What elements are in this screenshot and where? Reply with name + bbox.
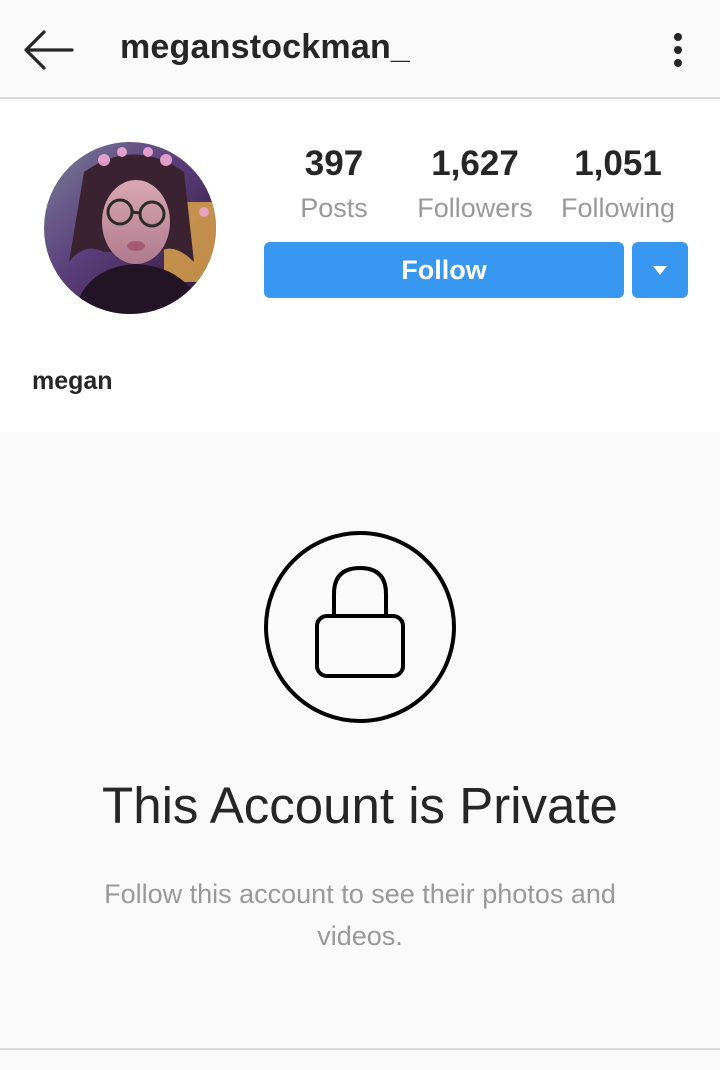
stat-label: Followers bbox=[417, 193, 533, 223]
private-account-notice: This Account is Private Follow this acco… bbox=[0, 432, 720, 1048]
display-name: megan bbox=[32, 367, 113, 395]
follow-button[interactable]: Follow bbox=[264, 242, 624, 298]
stat-value: 397 bbox=[304, 144, 364, 183]
stat-label: Posts bbox=[300, 193, 368, 223]
stat-following[interactable]: 1,051 Following bbox=[554, 139, 682, 227]
stat-posts[interactable]: 397 Posts bbox=[292, 139, 376, 227]
top-bar: meganstockman_ bbox=[0, 0, 720, 99]
profile-header: 397 Posts 1,627 Followers 1,051 Followin… bbox=[0, 101, 720, 432]
avatar-image bbox=[44, 142, 216, 314]
suggestions-dropdown-button[interactable] bbox=[632, 242, 688, 298]
avatar[interactable] bbox=[44, 142, 216, 314]
profile-stats: 397 Posts 1,627 Followers 1,051 Followin… bbox=[264, 139, 694, 229]
back-button[interactable] bbox=[18, 26, 76, 74]
stat-label: Following bbox=[560, 193, 676, 223]
more-vertical-icon-dot bbox=[674, 46, 682, 54]
private-subtitle: Follow this account to see their photos … bbox=[104, 879, 616, 951]
stat-value: 1,627 bbox=[431, 144, 519, 183]
bottom-divider bbox=[0, 1048, 720, 1070]
arrow-left-icon bbox=[24, 30, 74, 70]
more-vertical-icon-dot bbox=[674, 59, 682, 67]
stat-value: 1,051 bbox=[574, 144, 662, 183]
profile-username-title: meganstockman_ bbox=[120, 28, 411, 66]
caret-down-icon bbox=[653, 266, 667, 275]
private-title: This Account is Private bbox=[102, 777, 618, 834]
more-vertical-icon-dot bbox=[674, 33, 682, 41]
more-options-button[interactable] bbox=[658, 30, 698, 70]
lock-icon bbox=[263, 530, 457, 724]
stat-followers[interactable]: 1,627 Followers bbox=[410, 139, 540, 227]
